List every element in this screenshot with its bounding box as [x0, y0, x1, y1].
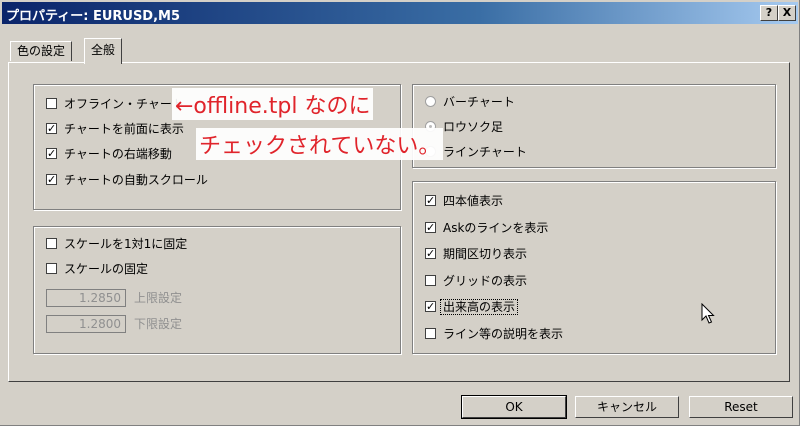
ask-line-checkbox[interactable]: ✓	[425, 222, 436, 233]
title-bar[interactable]: プロパティー: EURUSD,M5 ? X	[2, 2, 798, 24]
tab-label: 色の設定	[17, 44, 66, 58]
option-label: ロウソク足	[443, 120, 504, 134]
chart-foreground-checkbox[interactable]: ✓	[46, 123, 57, 134]
properties-dialog: プロパティー: EURUSD,M5 ? X 色の設定 全般 オフライン・チャート…	[0, 0, 800, 426]
option-label: チャートの右端移動	[64, 147, 172, 161]
option-label: スケールの固定	[64, 262, 149, 276]
upper-limit-field[interactable]: 1.2850	[46, 289, 126, 307]
option-label: チャートを前面に表示	[64, 122, 184, 136]
tab-color-settings[interactable]: 色の設定	[10, 41, 73, 61]
scale-fix-checkbox[interactable]	[46, 263, 57, 274]
lower-limit-label: 下限設定	[134, 317, 183, 331]
tab-general[interactable]: 全般	[84, 38, 123, 64]
tab-label: 全般	[91, 43, 116, 57]
option-label: 出来高の表示	[440, 298, 519, 316]
bar-chart-radio[interactable]	[425, 96, 436, 107]
grid-display-checkbox[interactable]	[425, 275, 436, 286]
option-label: ラインチャート	[443, 145, 527, 159]
ok-button[interactable]: OK	[461, 395, 567, 419]
help-button[interactable]: ?	[760, 5, 778, 21]
period-separators-checkbox[interactable]: ✓	[425, 248, 436, 259]
lower-limit-field[interactable]: 1.2800	[46, 315, 126, 333]
option-label: スケールを1対1に固定	[64, 237, 188, 251]
window-title: プロパティー: EURUSD,M5	[6, 9, 181, 24]
autoscroll-checkbox[interactable]: ✓	[46, 174, 57, 185]
display-options-group: ✓ 四本値表示 ✓ Askのラインを表示 ✓ 期間区切り表示 グリッドの表示 ✓…	[412, 181, 776, 354]
option-label: ライン等の説明を表示	[443, 327, 564, 341]
cancel-button[interactable]: キャンセル	[575, 396, 679, 418]
annotation-line-2: チェックされていない。	[196, 128, 444, 160]
ohlc-display-checkbox[interactable]: ✓	[425, 195, 436, 206]
focus-rectangle: 出来高の表示	[440, 299, 519, 315]
general-tab-panel: オフライン・チャート ✓ チャートを前面に表示 ✓ チャートの右端移動 ✓ チャ…	[8, 62, 790, 382]
option-label: バーチャート	[443, 95, 515, 109]
offline-chart-checkbox[interactable]	[46, 98, 57, 109]
mouse-cursor-icon	[701, 303, 715, 324]
volume-display-checkbox[interactable]: ✓	[425, 301, 436, 312]
annotation-line-1: ←offline.tpl なのに	[172, 88, 374, 120]
scale-fix-one-to-one-checkbox[interactable]	[46, 238, 57, 249]
option-label: Askのラインを表示	[443, 221, 549, 235]
option-label: グリッドの表示	[443, 274, 528, 288]
option-label: 四本値表示	[443, 194, 504, 208]
chart-shift-checkbox[interactable]: ✓	[46, 148, 57, 159]
reset-button[interactable]: Reset	[689, 396, 793, 418]
close-button[interactable]: X	[778, 5, 796, 21]
option-label: 期間区切り表示	[443, 247, 528, 261]
scale-options-group: スケールを1対1に固定 スケールの固定 1.2850 上限設定 1.2800 下…	[33, 226, 401, 354]
object-descriptions-checkbox[interactable]	[425, 328, 436, 339]
chart-type-group: バーチャート ロウソク足 ラインチャート	[412, 84, 776, 168]
upper-limit-label: 上限設定	[134, 291, 183, 305]
option-label: チャートの自動スクロール	[64, 173, 208, 187]
option-label: オフライン・チャート	[64, 97, 184, 111]
